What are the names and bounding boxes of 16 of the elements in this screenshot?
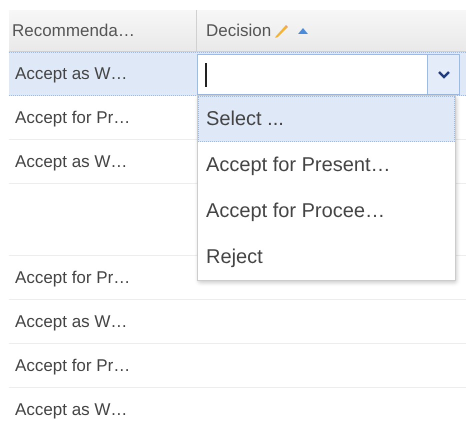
table-cell-text: Accept for Pr… xyxy=(15,354,130,377)
chevron-down-icon xyxy=(436,70,450,80)
dropdown-option[interactable]: Accept for Procee… xyxy=(198,188,455,234)
table-cell-text: Accept for Pr… xyxy=(15,266,130,289)
column-header[interactable]: Decision xyxy=(197,10,466,51)
dropdown-option[interactable]: Reject xyxy=(198,234,455,280)
dropdown-option[interactable]: Accept for Present… xyxy=(198,142,455,188)
dropdown-option[interactable]: Select ... xyxy=(198,96,455,142)
table-cell-text: Accept for Pr… xyxy=(15,106,130,129)
table-cell-text: Accept as W… xyxy=(15,150,128,173)
decision-combo-field[interactable] xyxy=(197,54,460,95)
dropdown-trigger[interactable] xyxy=(427,55,459,94)
table-cell-text: Accept as W… xyxy=(15,398,128,421)
table-cell-text: Accept as W… xyxy=(15,310,128,333)
column-header[interactable]: Recommenda… xyxy=(9,10,197,51)
table-cell-text: Accept as W… xyxy=(15,63,128,86)
